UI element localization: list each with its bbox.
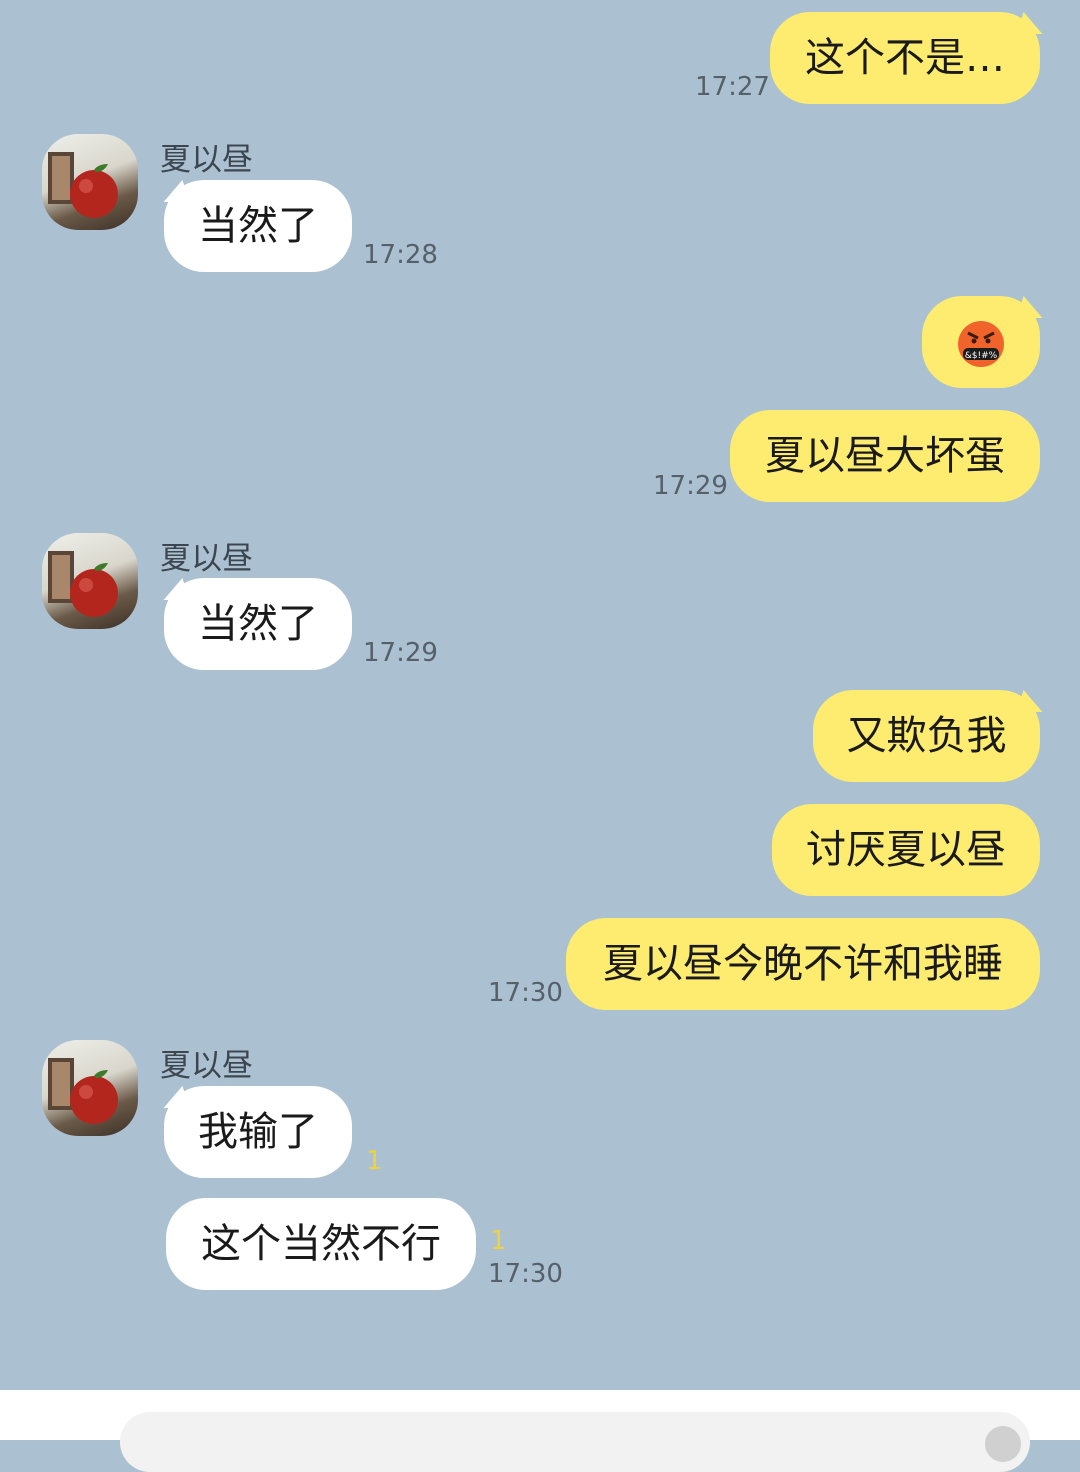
- message-text: 夏以昼大坏蛋: [765, 433, 1005, 479]
- input-bar: [0, 1390, 1080, 1472]
- unread-count: 1: [366, 1146, 383, 1176]
- emoji-button[interactable]: [985, 1426, 1021, 1462]
- outgoing-emoji-message[interactable]: &$!#%: [922, 296, 1040, 388]
- sender-name: 夏以昼: [160, 1048, 253, 1084]
- incoming-message[interactable]: 我输了: [164, 1086, 352, 1178]
- message-time: 17:30: [488, 978, 563, 1008]
- unread-count: 1: [490, 1226, 507, 1256]
- message-time: 17:30: [488, 1259, 563, 1289]
- avatar[interactable]: [42, 1040, 138, 1136]
- message-text: 夏以昼今晚不许和我睡: [603, 941, 1003, 987]
- sender-name: 夏以昼: [160, 142, 253, 178]
- message-time: 17:29: [363, 638, 438, 668]
- message-input[interactable]: [120, 1412, 1030, 1472]
- message-text: 当然了: [198, 601, 318, 647]
- message-time: 17:29: [653, 471, 728, 501]
- incoming-message[interactable]: 当然了: [164, 578, 352, 670]
- message-text: 这个不是…: [805, 35, 1005, 81]
- outgoing-message[interactable]: 又欺负我: [813, 690, 1040, 782]
- message-time: 17:27: [695, 72, 770, 102]
- apple-avatar-image: [48, 551, 118, 617]
- outgoing-message[interactable]: 夏以昼今晚不许和我睡: [566, 918, 1040, 1010]
- avatar[interactable]: [42, 533, 138, 629]
- outgoing-message[interactable]: 这个不是…: [770, 12, 1040, 104]
- angry-cursing-face-icon: &$!#%: [958, 321, 1004, 367]
- apple-avatar-image: [48, 1058, 118, 1124]
- incoming-message[interactable]: 当然了: [164, 180, 352, 272]
- message-text: 又欺负我: [846, 713, 1007, 759]
- message-text: 当然了: [198, 203, 318, 249]
- chat-area[interactable]: 这个不是… 17:27 夏以昼 当然了 17:28 &$!#% 夏以昼大坏蛋 1…: [0, 0, 1080, 1390]
- message-time: 17:28: [363, 240, 438, 270]
- sender-name: 夏以昼: [160, 541, 253, 577]
- outgoing-message[interactable]: 讨厌夏以昼: [772, 804, 1040, 896]
- message-text: 讨厌夏以昼: [806, 827, 1006, 873]
- emoji-symbols: &$!#%: [965, 351, 998, 361]
- apple-avatar-image: [48, 152, 118, 218]
- avatar[interactable]: [42, 134, 138, 230]
- message-text: 我输了: [198, 1109, 318, 1155]
- incoming-message[interactable]: 这个当然不行: [166, 1198, 476, 1290]
- outgoing-message[interactable]: 夏以昼大坏蛋: [730, 410, 1040, 502]
- message-text: 这个当然不行: [201, 1221, 441, 1267]
